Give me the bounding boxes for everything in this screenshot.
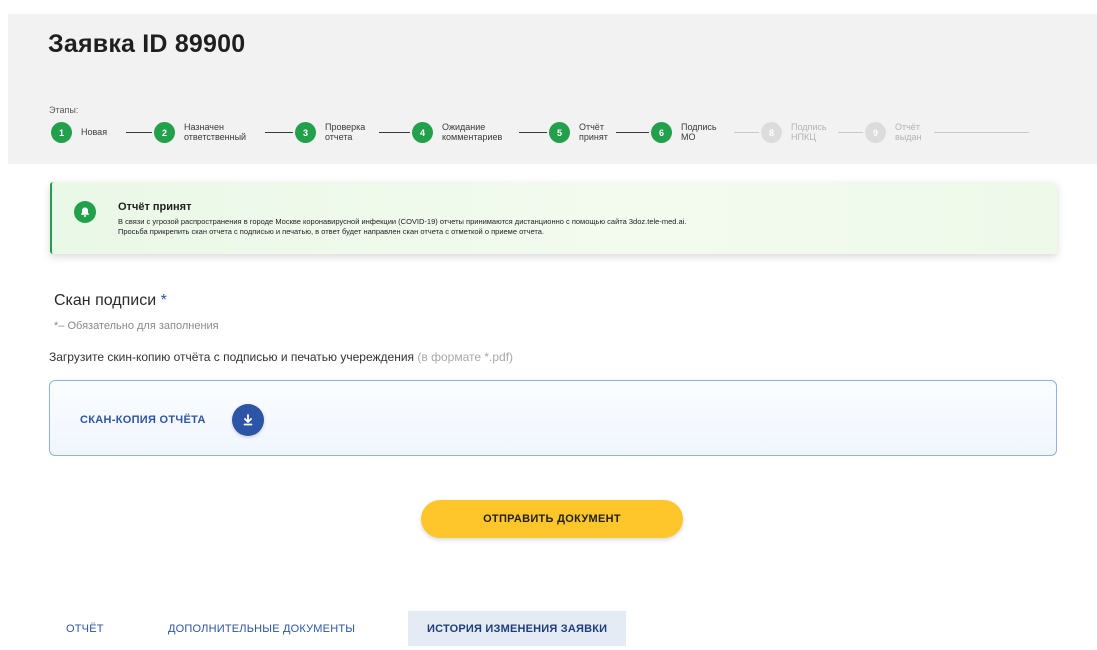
page-title: Заявка ID 89900 — [48, 30, 246, 58]
step-label: Ожидание комментариев — [442, 122, 503, 142]
alert-message: Просьба прикрепить скан отчета с подпись… — [118, 227, 544, 236]
step-number: 3 — [295, 122, 316, 143]
step-connector — [734, 132, 759, 133]
step-connector — [126, 132, 152, 133]
step-connector — [379, 132, 410, 133]
instruction-text: Загрузите скин-копию отчёта с подписью и… — [49, 350, 415, 364]
step-label: Новая — [81, 127, 108, 137]
status-alert: Отчёт принят В связи с угрозой распростр… — [50, 182, 1057, 254]
step-label: Отчёт принят — [579, 122, 608, 142]
step-number: 6 — [651, 122, 672, 143]
step-number: 1 — [51, 122, 72, 143]
step-label: Проверка отчета — [325, 122, 366, 142]
request-header: Заявка ID 89900 Этапы: 1 Новая 2 Назначе… — [8, 14, 1097, 164]
required-note: *– Обязательно для заполнения — [54, 320, 219, 332]
bell-icon — [74, 201, 96, 223]
tab-report[interactable]: ОТЧЁТ — [66, 611, 104, 646]
section-title: Скан подписи * — [54, 292, 167, 310]
step-number: 2 — [154, 122, 175, 143]
step-label: Отчёт выдан — [895, 122, 922, 142]
step-label: Подпись НПКЦ — [791, 122, 827, 142]
step-number: 4 — [412, 122, 433, 143]
step-number: 9 — [865, 122, 886, 143]
stages-label: Этапы: — [49, 105, 79, 115]
step-connector — [519, 132, 547, 133]
section-title-text: Скан подписи — [54, 292, 157, 309]
step-number: 5 — [549, 122, 570, 143]
alert-message: В связи с угрозой распространения в горо… — [118, 217, 687, 226]
step-connector — [265, 132, 293, 133]
step-number: 8 — [761, 122, 782, 143]
tab-history[interactable]: ИСТОРИЯ ИЗМЕНЕНИЯ ЗАЯВКИ — [408, 611, 627, 646]
format-hint: (в формате *.pdf) — [417, 350, 514, 364]
alert-title: Отчёт принят — [118, 201, 192, 213]
submit-document-button[interactable]: ОТПРАВИТЬ ДОКУМЕНТ — [421, 500, 683, 538]
upload-instruction: Загрузите скин-копию отчёта с подписью и… — [49, 350, 513, 364]
step-label: Назначен ответственный — [184, 122, 247, 142]
required-mark: * — [160, 292, 167, 309]
upload-label: СКАН-КОПИЯ ОТЧЁТА — [80, 414, 206, 426]
upload-dropzone[interactable]: СКАН-КОПИЯ ОТЧЁТА — [49, 380, 1057, 456]
step-connector — [934, 132, 1029, 133]
step-connector — [838, 132, 863, 133]
tab-additional-documents[interactable]: ДОПОЛНИТЕЛЬНЫЕ ДОКУМЕНТЫ — [168, 611, 355, 646]
step-label: Подпись МО — [681, 122, 717, 142]
step-connector — [616, 132, 649, 133]
download-icon[interactable] — [232, 404, 264, 436]
